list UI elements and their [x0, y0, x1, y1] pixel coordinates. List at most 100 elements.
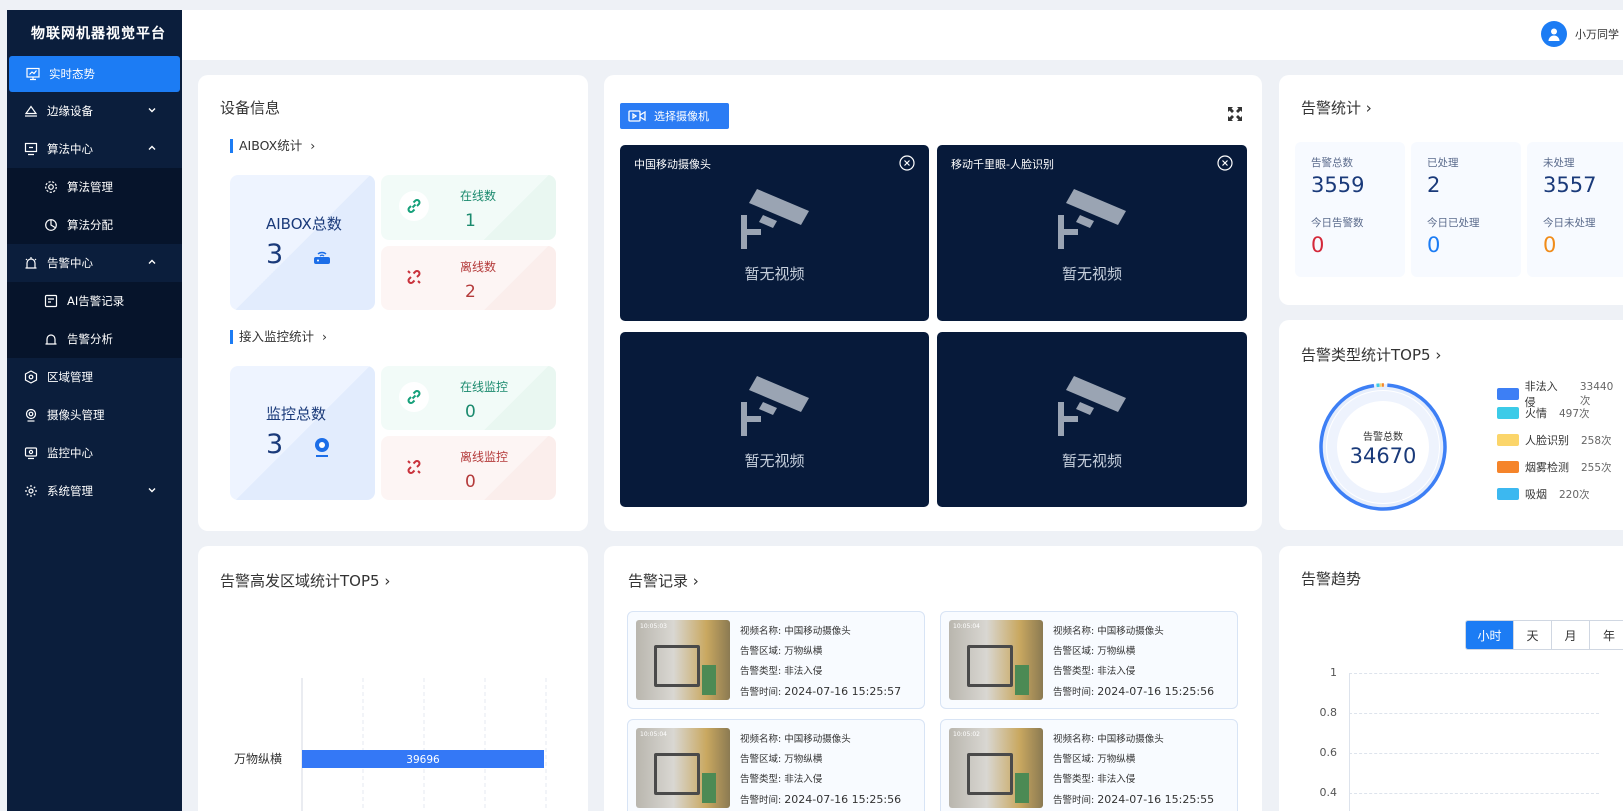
legend-swatch: [1497, 488, 1519, 500]
alarm-icon: [23, 255, 39, 271]
grid-line: [1349, 673, 1599, 674]
alarm-snapshot[interactable]: 10:05:03: [636, 620, 730, 700]
snapshot-timestamp: 10:05:03: [640, 623, 667, 630]
sidebar-item-label: 算法分配: [67, 218, 113, 232]
alarm-total-box: 告警总数 3559 今日告警数 0: [1295, 142, 1405, 277]
alarm-snapshot[interactable]: 10:05:04: [636, 728, 730, 808]
chevron-right-icon: ›: [692, 572, 699, 590]
sidebar-item-label: 摄像头管理: [47, 408, 105, 422]
fullscreen-icon[interactable]: [1227, 106, 1243, 122]
record-time: 2024-07-16 15:25:55: [1097, 793, 1215, 806]
sidebar-item-system-manage[interactable]: 系统管理: [7, 472, 182, 510]
sidebar-item-region-manage[interactable]: 区域管理: [7, 358, 182, 396]
range-year[interactable]: 年: [1590, 621, 1623, 649]
monitor-online-card: 在线监控 0: [381, 366, 556, 430]
video-wall-card: 选择摄像机 中国移动摄像头 暂无视频 移动千里眼-人脸识别 暂无视频 暂无视频 …: [604, 75, 1262, 531]
sidebar-item-edge-devices[interactable]: 边缘设备: [7, 92, 182, 130]
sidebar-item-algorithm-center[interactable]: 算法中心: [7, 130, 182, 168]
record-label: 告警区域:: [1053, 646, 1098, 657]
sidebar-item-alarm-analysis[interactable]: 告警分析: [7, 320, 182, 358]
record-label: 告警区域:: [740, 646, 785, 657]
alarm-records-title: 告警记录: [628, 572, 689, 590]
range-month[interactable]: 月: [1552, 621, 1590, 649]
record-label: 告警时间:: [1053, 687, 1098, 698]
alarm-record-item[interactable]: 10:05:04 视频名称: 中国移动摄像头 告警区域: 万物纵横 告警类型: …: [940, 611, 1238, 709]
monitor-offline-card: 离线监控 0: [381, 436, 556, 500]
broken-link-icon: [399, 452, 429, 482]
legend-item[interactable]: 烟雾检测 255次: [1497, 459, 1612, 475]
alarm-snapshot[interactable]: 10:05:02: [949, 728, 1043, 808]
alarm-total-label: 告警总数: [1311, 157, 1353, 169]
record-type: 非法入侵: [1097, 774, 1136, 785]
alarm-records-card: 告警记录 › 10:05:03 视频名称: 中国移动摄像头 告警区域: 万物纵横…: [604, 546, 1262, 811]
range-hour[interactable]: 小时: [1466, 621, 1514, 649]
aibox-section-link[interactable]: AIBOX统计 ›: [230, 139, 315, 153]
sidebar-item-algorithm-manage[interactable]: 算法管理: [7, 168, 182, 206]
alarm-records-title-link[interactable]: 告警记录 ›: [628, 570, 699, 591]
alarm-record-item[interactable]: 10:05:02 视频名称: 中国移动摄像头 告警区域: 万物纵横 告警类型: …: [940, 719, 1238, 811]
record-type: 非法入侵: [784, 774, 823, 785]
sidebar: 物联网机器视觉平台 实时态势 边缘设备 算法中心 算法管理 算法分配 告警中心 …: [7, 10, 182, 811]
sidebar-item-label: 算法管理: [67, 180, 113, 194]
record-video-name: 中国移动摄像头: [1097, 626, 1164, 637]
user-menu[interactable]: 小万同学: [1541, 21, 1623, 47]
avatar: [1541, 21, 1567, 47]
close-icon[interactable]: [1217, 155, 1233, 171]
sidebar-item-label: 区域管理: [47, 370, 93, 384]
video-panel[interactable]: 中国移动摄像头 暂无视频: [620, 145, 929, 321]
legend-swatch: [1497, 434, 1519, 446]
alarm-today-unprocessed-value: 0: [1543, 233, 1557, 257]
legend-name: 烟雾检测: [1525, 461, 1569, 474]
link-icon: [399, 191, 429, 221]
monitor-total-value: 3: [266, 429, 284, 460]
alarm-record-item[interactable]: 10:05:03 视频名称: 中国移动摄像头 告警区域: 万物纵横 告警类型: …: [627, 611, 925, 709]
snapshot-timestamp: 10:05:04: [953, 623, 980, 630]
alarm-analysis-icon: [43, 331, 59, 347]
record-type: 非法入侵: [1097, 666, 1136, 677]
alarm-processed-box: 已处理 2 今日已处理 0: [1411, 142, 1521, 277]
alarm-trend-card: 告警趋势 小时 天 月 年 1 0.8 0.6 0.4: [1279, 546, 1623, 811]
sidebar-item-alarm-center[interactable]: 告警中心: [7, 244, 182, 282]
sidebar-item-label: 告警分析: [67, 332, 113, 346]
sidebar-item-label: 监控中心: [47, 446, 93, 460]
chevron-down-icon: [148, 108, 156, 113]
video-panel[interactable]: 暂无视频: [937, 332, 1247, 507]
sidebar-item-algorithm-assign[interactable]: 算法分配: [7, 206, 182, 244]
record-time: 2024-07-16 15:25:57: [784, 685, 902, 698]
legend-count: 258次: [1581, 434, 1612, 447]
monitor-section-link[interactable]: 接入监控统计 ›: [230, 330, 327, 344]
record-label: 告警类型:: [740, 774, 785, 785]
alarm-record-item[interactable]: 10:05:04 视频名称: 中国移动摄像头 告警区域: 万物纵横 告警类型: …: [627, 719, 925, 811]
grid-line: [1349, 793, 1599, 794]
monitor-total-card: 监控总数 3: [230, 366, 375, 500]
sidebar-item-monitor-center[interactable]: 监控中心: [7, 434, 182, 472]
monitor-online-label: 在线监控: [460, 380, 509, 394]
alarm-stats-title-link[interactable]: 告警统计 ›: [1301, 97, 1372, 118]
alarm-type-title: 告警类型统计TOP5: [1301, 346, 1431, 364]
chevron-right-icon: ›: [310, 138, 316, 153]
no-video-label: 暂无视频: [1061, 452, 1122, 470]
alarm-record-info: 视频名称: 中国移动摄像头 告警区域: 万物纵横 告警类型: 非法入侵 告警时间…: [1053, 730, 1214, 811]
alarm-stats-card: 告警统计 › 告警总数 3559 今日告警数 0 已处理 2 今日已处理 0 未…: [1279, 75, 1623, 305]
close-icon[interactable]: [899, 155, 915, 171]
legend-item[interactable]: 人脸识别 258次: [1497, 432, 1612, 448]
alarm-processed-label: 已处理: [1427, 157, 1459, 169]
monitor-offline-label: 离线监控: [460, 450, 509, 464]
alarm-snapshot[interactable]: 10:05:04: [949, 620, 1043, 700]
record-area: 万物纵横: [1097, 646, 1136, 657]
record-icon: [43, 293, 59, 309]
alarm-type-title-link[interactable]: 告警类型统计TOP5 ›: [1301, 344, 1441, 365]
video-panel[interactable]: 暂无视频: [620, 332, 929, 507]
grid-line: [1349, 713, 1599, 714]
select-camera-button[interactable]: 选择摄像机: [620, 103, 729, 129]
sidebar-item-label: 算法中心: [47, 142, 93, 156]
legend-item[interactable]: 吸烟 220次: [1497, 486, 1590, 502]
sidebar-item-camera-manage[interactable]: 摄像头管理: [7, 396, 182, 434]
legend-item[interactable]: 火情 497次: [1497, 405, 1590, 421]
app-title: 物联网机器视觉平台: [31, 26, 166, 42]
sidebar-item-realtime[interactable]: 实时态势: [9, 56, 180, 92]
video-panel[interactable]: 移动千里眼-人脸识别 暂无视频: [937, 145, 1247, 321]
sidebar-item-ai-alarm-records[interactable]: AI告警记录: [7, 282, 182, 320]
cctv-camera-icon: [1058, 189, 1126, 249]
range-day[interactable]: 天: [1514, 621, 1552, 649]
